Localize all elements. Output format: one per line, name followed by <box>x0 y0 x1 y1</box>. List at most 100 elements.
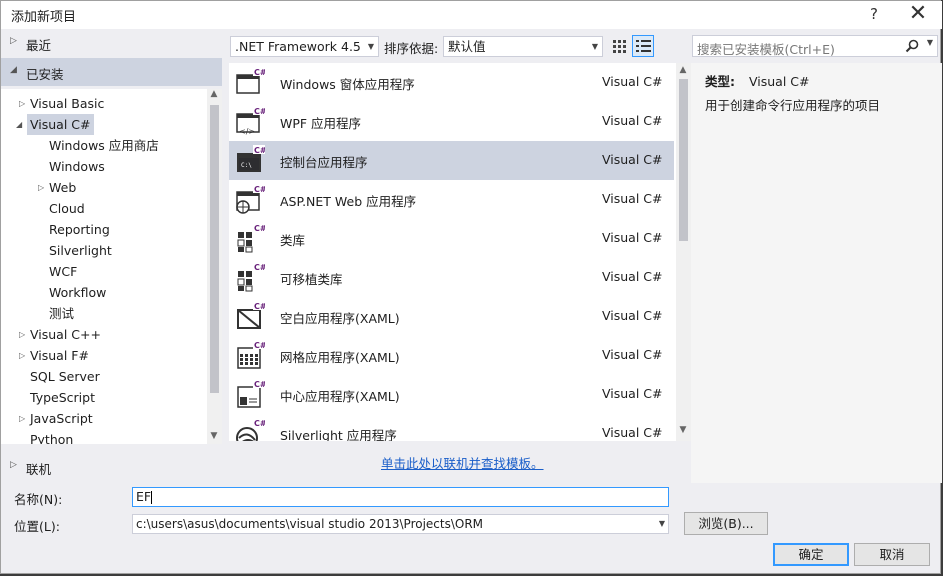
template-details-pane: 类型: Visual C# 用于创建命令行应用程序的项目 <box>691 63 942 483</box>
template-language: Visual C# <box>602 74 663 89</box>
help-button[interactable]: ? <box>861 4 887 26</box>
tree-item[interactable]: Silverlight <box>49 240 112 261</box>
close-button[interactable]: ✕ <box>905 3 931 26</box>
tree-item-label: SQL Server <box>30 369 100 384</box>
template-language: Visual C# <box>602 347 663 362</box>
template-type: 类型: Visual C# <box>705 71 809 90</box>
tree-item[interactable]: Windows <box>49 156 105 177</box>
scroll-down-icon[interactable]: ▼ <box>676 425 690 435</box>
chevron-right-icon[interactable]: ▷ <box>38 177 44 198</box>
svg-text:C#: C# <box>254 185 265 194</box>
template-row[interactable]: C# Silverlight 应用程序 Visual C# <box>229 414 674 441</box>
search-input[interactable]: 搜索已安装模板(Ctrl+E) <box>697 39 835 58</box>
browse-button[interactable]: 浏览(B)... <box>684 512 768 535</box>
template-row[interactable]: C:\C# 控制台应用程序 Visual C# <box>229 141 674 180</box>
tree-scrollbar[interactable]: ▲ ▼ <box>207 89 222 444</box>
chevron-right-icon: ▷ <box>10 36 17 46</box>
chevron-right-icon[interactable]: ▷ <box>19 324 25 345</box>
template-row[interactable]: C# Windows 窗体应用程序 Visual C# <box>229 63 674 102</box>
portable-library-icon: C# <box>235 262 267 292</box>
tree-item[interactable]: Reporting <box>49 219 110 240</box>
scroll-up-icon[interactable]: ▲ <box>676 65 690 75</box>
chevron-down-icon[interactable]: ◢ <box>16 114 22 135</box>
svg-text:C#: C# <box>254 224 265 233</box>
tree-item[interactable]: Workflow <box>49 282 106 303</box>
template-language: Visual C# <box>602 386 663 401</box>
tree-item-label: JavaScript <box>30 411 93 426</box>
search-icon[interactable] <box>905 39 919 53</box>
location-field-value: c:\users\asus\documents\visual studio 20… <box>136 517 484 531</box>
template-row[interactable]: C# 网格应用程序(XAML) Visual C# <box>229 336 674 375</box>
sort-select[interactable]: 默认值 ▼ <box>443 36 603 57</box>
cancel-button[interactable]: 取消 <box>854 543 930 566</box>
chevron-down-icon[interactable]: ▼ <box>927 38 933 47</box>
windows-forms-icon: C# <box>235 67 267 97</box>
svg-text:C:\: C:\ <box>241 162 252 169</box>
sort-label: 排序依据: <box>384 41 439 56</box>
template-name: 类库 <box>280 233 306 248</box>
tree-item-label: Workflow <box>49 285 107 300</box>
template-name: 可移植类库 <box>280 272 343 287</box>
template-row[interactable]: C# 类库 Visual C# <box>229 219 674 258</box>
tree-item[interactable]: Cloud <box>49 198 85 219</box>
list-view-button[interactable] <box>632 35 654 57</box>
chevron-right-icon[interactable]: ▷ <box>19 93 25 114</box>
nav-online[interactable]: ▷ 联机 <box>1 453 222 481</box>
tree-item-label: Web <box>49 180 77 195</box>
template-description: 用于创建命令行应用程序的项目 <box>705 98 881 113</box>
name-field-value: EF <box>136 489 152 504</box>
blank-app-icon: C# <box>235 301 267 331</box>
tree-item[interactable]: ▷ Visual F# <box>19 345 89 366</box>
nav-recent[interactable]: ▷ 最近 <box>1 29 222 57</box>
template-language: Visual C# <box>602 308 663 323</box>
tree-item[interactable]: ▷ Visual C++ <box>19 324 101 345</box>
tree-item[interactable]: Python <box>30 429 73 444</box>
nav-installed[interactable]: ◢ 已安装 <box>1 58 222 86</box>
template-row[interactable]: </> C# WPF 应用程序 Visual C# <box>229 102 674 141</box>
template-name: 空白应用程序(XAML) <box>280 311 400 326</box>
template-language: Visual C# <box>602 425 663 440</box>
find-templates-online-link[interactable]: 单击此处以联机并查找模板。 <box>381 453 544 472</box>
template-language: Visual C# <box>602 113 663 128</box>
class-library-icon: C# <box>235 223 267 253</box>
tree-item[interactable]: ▷ JavaScript <box>19 408 93 429</box>
chevron-down-icon[interactable]: ▼ <box>659 515 665 533</box>
chevron-right-icon[interactable]: ▷ <box>19 408 25 429</box>
template-row[interactable]: C# 可移植类库 Visual C# <box>229 258 674 297</box>
wpf-icon: </> C# <box>235 106 267 136</box>
nav-recent-label: 最近 <box>26 38 52 53</box>
small-icons-view-button[interactable] <box>608 35 630 57</box>
tree-item[interactable]: Windows 应用商店 <box>49 135 159 156</box>
template-row[interactable]: C# 空白应用程序(XAML) Visual C# <box>229 297 674 336</box>
name-field[interactable]: EF <box>132 487 669 507</box>
tree-item[interactable]: ▷ Web <box>38 177 77 198</box>
text-caret <box>151 491 153 504</box>
tree-scrollbar-thumb[interactable] <box>210 105 219 393</box>
search-templates-box[interactable]: 搜索已安装模板(Ctrl+E) ▼ <box>692 35 938 57</box>
template-list-scrollbar-thumb[interactable] <box>679 79 688 241</box>
template-language: Visual C# <box>602 269 663 284</box>
template-row[interactable]: C# 中心应用程序(XAML) Visual C# <box>229 375 674 414</box>
tree-item-label: Cloud <box>49 201 85 216</box>
location-field[interactable]: c:\users\asus\documents\visual studio 20… <box>132 514 669 534</box>
template-name: 控制台应用程序 <box>280 155 368 170</box>
tree-item[interactable]: ◢ Visual C# <box>16 114 94 135</box>
silverlight-icon: C# <box>235 418 267 441</box>
add-new-project-dialog: 添加新项目 ? ✕ ▷ 最近 ◢ 已安装 ▷ Visual Basic ◢ Visua… <box>0 0 942 574</box>
window-title: 添加新项目 <box>11 10 77 25</box>
tree-item[interactable]: 测试 <box>49 303 74 324</box>
scroll-down-icon[interactable]: ▼ <box>207 431 221 441</box>
tree-item[interactable]: TypeScript <box>30 387 95 408</box>
scroll-up-icon[interactable]: ▲ <box>207 89 221 99</box>
framework-select[interactable]: .NET Framework 4.5 ▼ <box>230 36 379 57</box>
ok-button[interactable]: 确定 <box>773 543 849 566</box>
svg-text:C#: C# <box>254 107 265 116</box>
template-list-scrollbar[interactable]: ▲ ▼ <box>676 63 691 441</box>
template-row[interactable]: C# ASP.NET Web 应用程序 Visual C# <box>229 180 674 219</box>
template-type-label: 类型: <box>705 74 735 89</box>
chevron-right-icon[interactable]: ▷ <box>19 345 25 366</box>
tree-item[interactable]: SQL Server <box>30 366 100 387</box>
template-name: 中心应用程序(XAML) <box>280 389 400 404</box>
tree-item[interactable]: ▷ Visual Basic <box>19 93 104 114</box>
tree-item[interactable]: WCF <box>49 261 77 282</box>
